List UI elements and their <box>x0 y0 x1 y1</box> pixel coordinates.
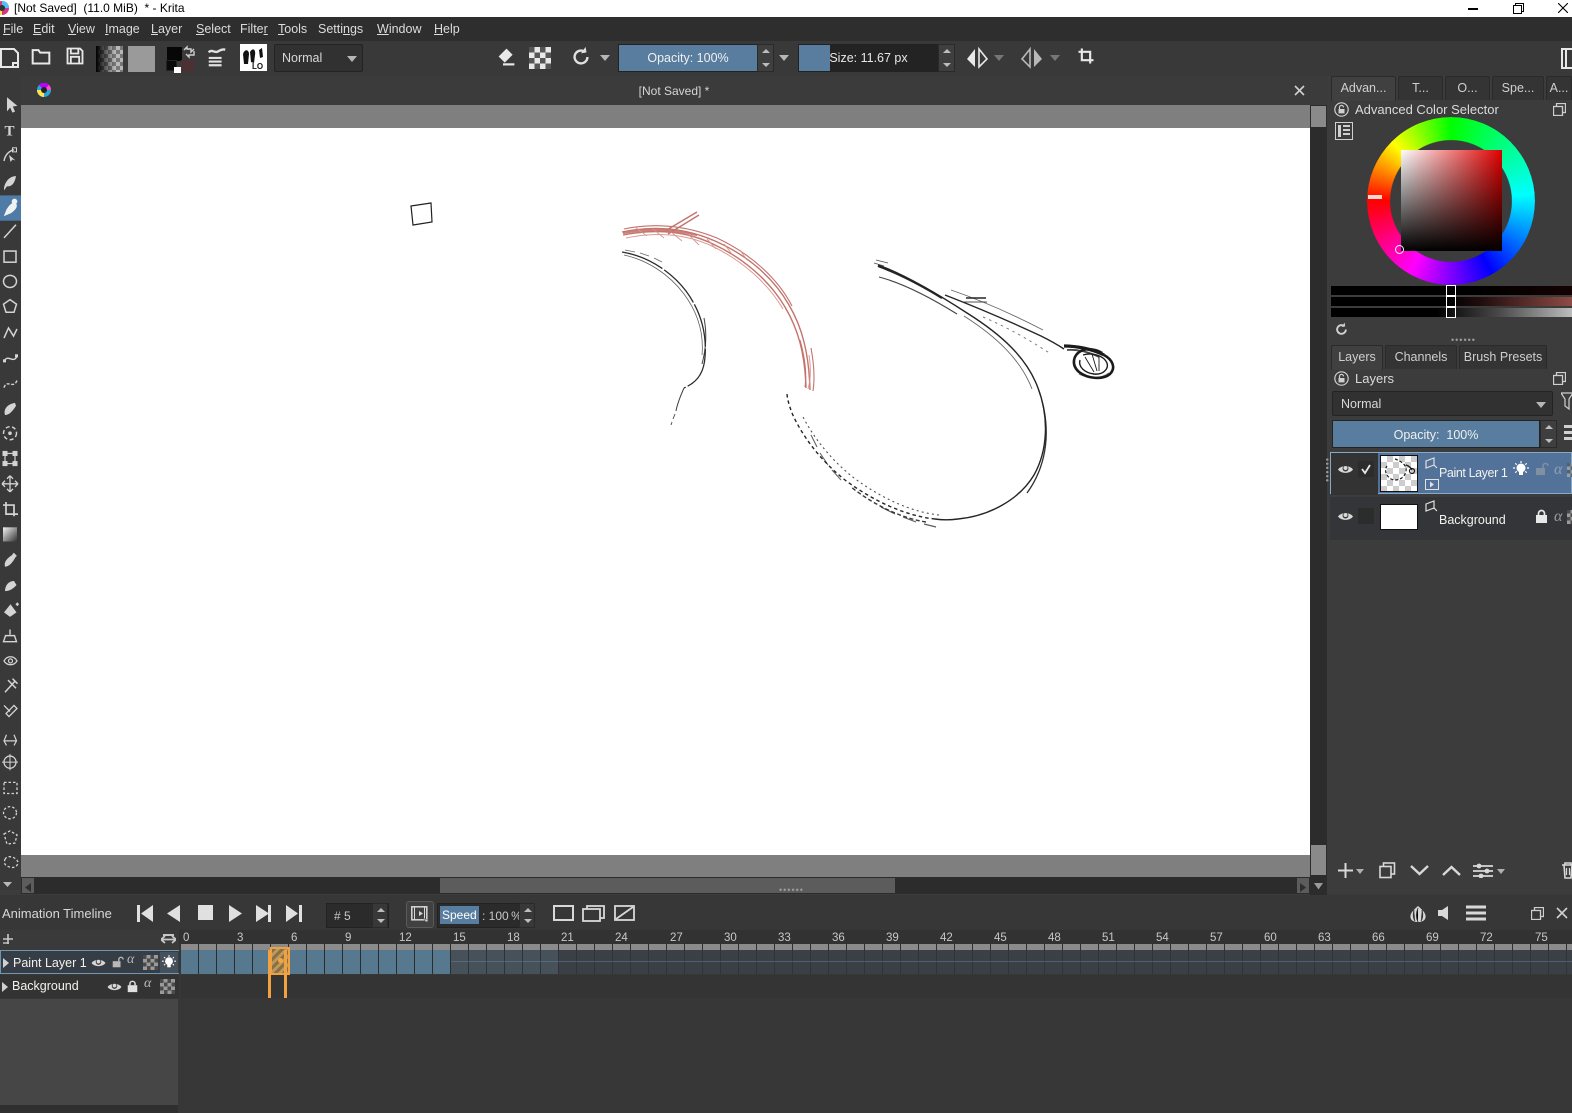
svg-text:LO: LO <box>252 62 263 71</box>
svg-text:T: T <box>5 124 15 140</box>
